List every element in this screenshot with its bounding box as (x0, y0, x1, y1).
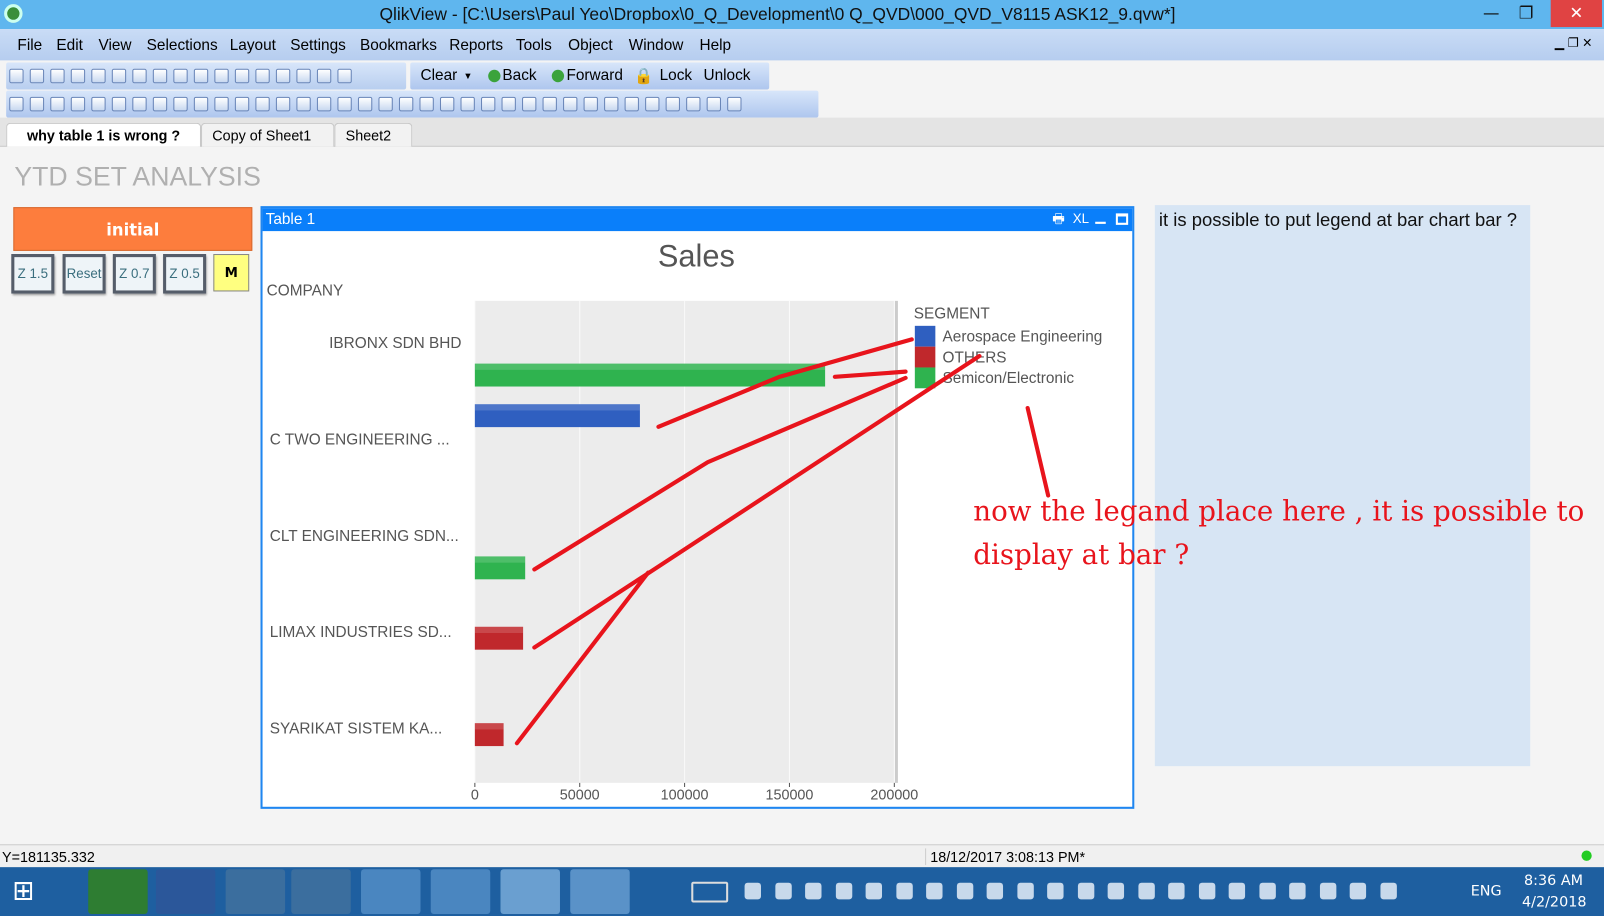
bar-highlight (474, 404, 640, 411)
tray-icon[interactable] (835, 882, 852, 900)
tray-icon[interactable] (865, 882, 883, 900)
tray-icon[interactable] (1137, 882, 1155, 900)
x-tick-label: 50000 (560, 787, 600, 803)
bar-highlight (474, 626, 524, 634)
status-reload-date: 18/12/2017 3:08:13 PM* (925, 848, 1110, 866)
tray-icon[interactable] (805, 882, 822, 900)
tray-icon[interactable] (1379, 882, 1397, 900)
legend-swatch (914, 367, 936, 389)
clock-date[interactable]: 4/2/2018 (1522, 894, 1587, 911)
category-label: IBRONX SDN BHD (329, 335, 461, 352)
tray-icon[interactable] (1349, 882, 1367, 900)
legend-label: OTHERS (943, 349, 1007, 366)
annotation-text-line1: now the legand place here , it is possib… (973, 495, 1585, 528)
taskbar: ⊞ ENG 8:36 AM 4/2/2018 (0, 867, 1604, 916)
bar-highlight (474, 723, 504, 730)
tray-icon[interactable] (1168, 882, 1185, 900)
y-axis-title: COMPANY (267, 283, 344, 300)
tray-icon[interactable] (986, 882, 1004, 900)
legend-title: SEGMENT (914, 305, 991, 322)
status-ok-icon (1581, 850, 1592, 861)
category-label: SYARIKAT SISTEM KA... (270, 720, 443, 737)
category-label: LIMAX INDUSTRIES SD... (270, 624, 452, 641)
legend-swatch (914, 325, 936, 347)
clock-time[interactable]: 8:36 AM (1524, 872, 1583, 889)
stopwatch-app-icon[interactable] (291, 869, 351, 914)
windows-start-icon[interactable]: ⊞ (12, 878, 34, 905)
x-tick-label: 150000 (766, 787, 814, 803)
close-button[interactable]: ✕ (1550, 0, 1602, 28)
skype-app-icon[interactable] (361, 869, 421, 914)
tray-icon[interactable] (1319, 882, 1336, 900)
x-tick-label: 0 (471, 787, 479, 803)
project-app-icon[interactable] (88, 869, 148, 914)
language-indicator[interactable]: ENG (1471, 883, 1502, 900)
status-cursor-value: Y=181135.332 (2, 848, 95, 866)
status-bar: Y=181135.332 18/12/2017 3:08:13 PM* (0, 844, 1604, 868)
tray-icon[interactable] (1258, 882, 1276, 900)
x-tick-label: 100000 (661, 787, 709, 803)
tray-icon[interactable] (1016, 882, 1034, 900)
qlikview-active-app-icon[interactable] (500, 869, 560, 914)
tray-icon[interactable] (956, 882, 973, 900)
category-label: CLT ENGINEERING SDN... (270, 528, 459, 545)
bar-highlight (474, 556, 526, 563)
qlik-sense-app-icon[interactable] (570, 869, 630, 914)
x-tick-label: 200000 (870, 787, 918, 803)
bar-highlight (474, 363, 826, 370)
outlook-app-icon[interactable] (430, 869, 491, 914)
keyboard-icon[interactable] (691, 881, 729, 903)
legend-label: Aerospace Engineering (943, 328, 1103, 345)
tray-icon[interactable] (1047, 882, 1064, 900)
word-app-icon[interactable] (155, 869, 216, 914)
tray-icon[interactable] (774, 882, 792, 900)
tray-icon[interactable] (1198, 882, 1215, 900)
legend-label: Semicon/Electronic (943, 370, 1075, 387)
bar-chart: Sales COMPANY 0 50000 100000 150000 200000 IBRO… (267, 238, 1103, 803)
annotation-text-line2: display at bar ? (973, 539, 1190, 572)
tray-icon[interactable] (1289, 882, 1306, 900)
tray-icon[interactable] (1077, 882, 1094, 900)
qlikview-app-icon[interactable] (225, 869, 286, 914)
chart-title: Sales (658, 238, 735, 273)
tray-icon[interactable] (1107, 882, 1125, 900)
mdi-controls[interactable]: ▁ ❐ ✕ (1555, 35, 1593, 50)
tray-icon[interactable] (926, 882, 943, 900)
restore-button[interactable]: ❐ (1506, 0, 1547, 27)
tray-icon[interactable] (1228, 882, 1246, 900)
note-textbox: it is possible to put legend at bar char… (1154, 205, 1531, 767)
tray-icon[interactable] (744, 882, 761, 900)
category-label: C TWO ENGINEERING ... (270, 431, 450, 448)
legend-swatch (914, 346, 936, 368)
tray-icon[interactable] (895, 882, 913, 900)
